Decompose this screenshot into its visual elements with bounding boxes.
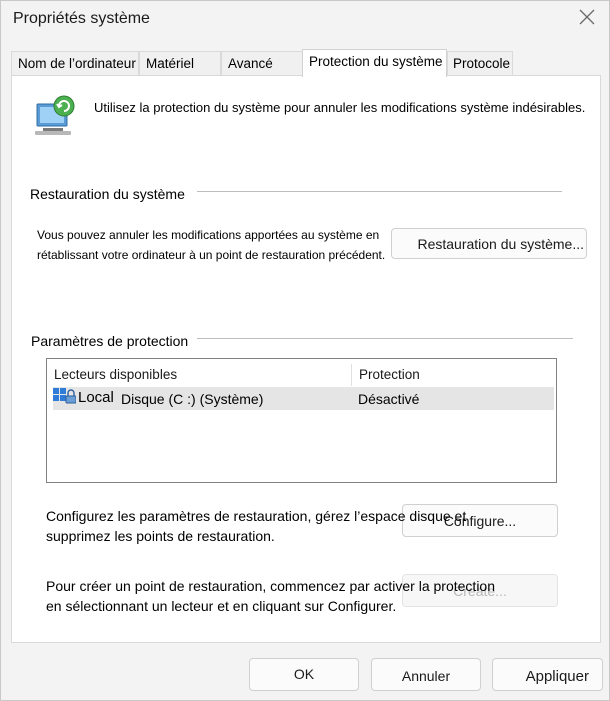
system-restore-button[interactable]: Restauration du système... bbox=[391, 228, 587, 259]
drive-icon bbox=[53, 387, 77, 404]
protection-divider bbox=[197, 338, 573, 339]
close-icon bbox=[579, 9, 595, 25]
tab-system-protection[interactable]: Protection du système bbox=[302, 49, 447, 77]
drive-label-local: Local bbox=[78, 389, 114, 406]
restore-divider bbox=[197, 191, 562, 192]
column-divider bbox=[351, 364, 352, 386]
drives-list[interactable]: Lecteurs disponibles Protection Local Di… bbox=[46, 358, 557, 483]
intro-text: Utilisez la protection du système pour a… bbox=[94, 100, 586, 115]
configure-text-line1: Configurez les paramètres de restauratio… bbox=[46, 508, 467, 524]
system-protection-icon bbox=[31, 94, 79, 138]
drive-row[interactable]: Local Disque (C :) (Système) Désactivé bbox=[53, 387, 554, 410]
column-header-protection[interactable]: Protection bbox=[359, 364, 420, 386]
protection-heading: Paramètres de protection bbox=[31, 333, 189, 349]
restore-heading: Restauration du système bbox=[30, 186, 185, 202]
tab-computer-name[interactable]: Nom de l’ordinateur bbox=[11, 51, 139, 75]
create-text-line2: en sélectionnant un lecteur et en cliqua… bbox=[46, 598, 397, 614]
restore-description-line1: Vous pouvez annuler les modifications ap… bbox=[37, 228, 380, 242]
column-header-drives[interactable]: Lecteurs disponibles bbox=[54, 364, 177, 386]
drive-label-name: Disque (C :) (Système) bbox=[121, 391, 264, 407]
ok-button[interactable]: OK bbox=[249, 658, 359, 691]
cancel-button[interactable]: Annuler bbox=[371, 658, 481, 691]
configure-text-line2: supprimez les points de restauration. bbox=[46, 528, 275, 544]
close-button[interactable] bbox=[572, 3, 602, 31]
drive-protection-status: Désactivé bbox=[358, 391, 420, 407]
restore-description-line2: rétablissant votre ordinateur à un point… bbox=[37, 248, 386, 262]
tab-protocol[interactable]: Protocole bbox=[447, 51, 513, 75]
tab-hardware[interactable]: Matériel bbox=[139, 51, 221, 75]
system-properties-window: Propriétés système Nom de l’ordinateur M… bbox=[0, 0, 610, 701]
tab-advanced[interactable]: Avancé bbox=[221, 51, 303, 75]
create-text-line1: Pour créer un point de restauration, com… bbox=[46, 578, 496, 594]
apply-button[interactable]: Appliquer bbox=[492, 658, 603, 691]
window-title: Propriétés système bbox=[13, 10, 150, 27]
